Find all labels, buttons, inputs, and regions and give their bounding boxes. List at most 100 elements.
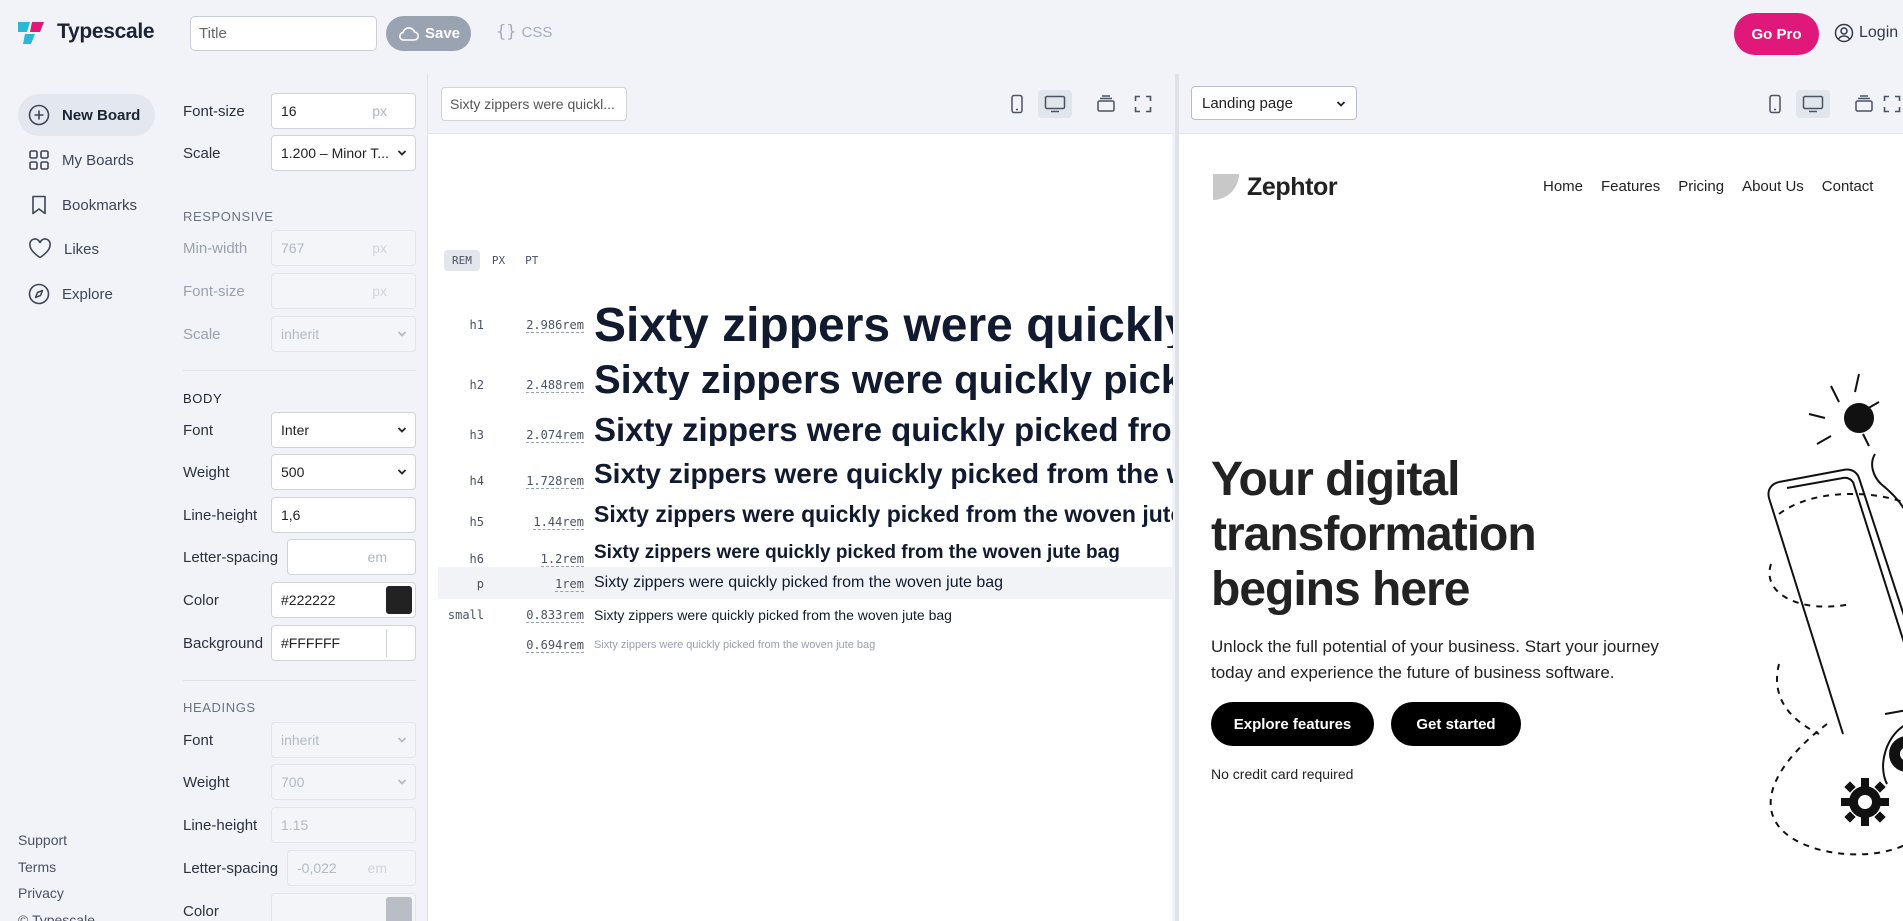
headings-font-value: inherit [281, 732, 320, 748]
site-preview-panel: Landing page Zephtor Home Features Prici… [1175, 74, 1903, 921]
body-font-row: Font Inter [183, 412, 416, 448]
cloud-icon [399, 26, 419, 41]
font-size-row: Font-size 16 px [183, 93, 416, 129]
scale-row-h6[interactable]: h6 1.2rem Sixty zippers were quickly pic… [438, 530, 1173, 567]
scale-tag: p [476, 577, 484, 591]
title-input[interactable] [190, 16, 377, 51]
go-pro-button[interactable]: Go Pro [1734, 13, 1819, 55]
chevron-down-icon [397, 427, 407, 433]
desktop-view-button[interactable] [1796, 90, 1830, 118]
headings-letter-spacing-value: -0,022 [297, 860, 337, 876]
terms-link[interactable]: Terms [18, 854, 95, 881]
unit-tabs: REM PX PT [444, 250, 546, 271]
user-circle-icon [1834, 23, 1854, 43]
scale-row-small[interactable]: small 0.833rem Sixty zippers were quickl… [438, 599, 1173, 629]
explore-features-button[interactable]: Explore features [1211, 702, 1374, 746]
body-background-value: #FFFFFF [281, 635, 341, 651]
font-size-input[interactable]: 16 px [271, 93, 416, 129]
login-label: Login [1859, 24, 1899, 41]
min-width-input[interactable]: 767 px [271, 230, 416, 266]
privacy-link[interactable]: Privacy [18, 880, 95, 907]
scale-row-h2[interactable]: h2 2.488rem Sixty zippers were quickly p… [438, 348, 1173, 400]
site-nav-contact[interactable]: Contact [1822, 178, 1874, 195]
login-button[interactable]: Login [1834, 23, 1898, 43]
headings-letter-spacing-input[interactable]: -0,022 em [287, 850, 416, 886]
site-nav: Home Features Pricing About Us Contact [1543, 178, 1873, 195]
body-weight-value: 500 [281, 464, 305, 480]
body-line-height-label: Line-height [183, 506, 258, 524]
fullscreen-button[interactable] [1883, 90, 1903, 118]
css-button[interactable]: {} CSS [496, 22, 552, 42]
mobile-view-button[interactable] [1758, 90, 1792, 118]
body-line-height-input[interactable]: 1,6 [271, 497, 416, 533]
responsive-font-size-row: Font-size px [183, 273, 416, 309]
headings-line-height-label: Line-height [183, 816, 258, 834]
scale-size: 1.728rem [484, 474, 584, 489]
mobile-view-button[interactable] [1000, 90, 1034, 118]
desktop-view-button[interactable] [1038, 90, 1072, 118]
scale-sample: Sixty zippers were quickly picked from t… [594, 411, 1173, 446]
support-link[interactable]: Support [18, 827, 95, 854]
save-button[interactable]: Save [386, 16, 471, 51]
site-nav-home[interactable]: Home [1543, 178, 1583, 195]
headings-font-select[interactable]: inherit [271, 722, 416, 758]
responsive-font-size-input[interactable]: px [271, 273, 416, 309]
body-background-input[interactable]: #FFFFFF [271, 625, 416, 661]
scale-size: 1.2rem [484, 552, 584, 567]
body-font-select[interactable]: Inter [271, 412, 416, 448]
phone-icon [1011, 94, 1023, 114]
site-nav-about[interactable]: About Us [1742, 178, 1804, 195]
scale-size-value: 0.694rem [526, 638, 584, 653]
tab-pt[interactable]: PT [517, 250, 546, 271]
body-color-swatch[interactable] [386, 586, 412, 614]
layers-button[interactable] [1847, 90, 1881, 118]
nav-explore[interactable]: Explore [18, 273, 155, 315]
scale-select[interactable]: 1.200 – Minor T... [271, 135, 416, 171]
braces-icon: {} [496, 22, 517, 42]
body-background-label: Background [183, 634, 264, 652]
body-background-swatch[interactable] [386, 629, 412, 657]
scale-value: 1.200 – Minor T... [281, 145, 389, 161]
responsive-font-size-unit: px [372, 283, 387, 299]
get-started-button[interactable]: Get started [1391, 702, 1521, 746]
scale-tag: h4 [469, 474, 484, 488]
nav-bookmarks[interactable]: Bookmarks [18, 184, 155, 226]
scale-row-h3[interactable]: h3 2.074rem Sixty zippers were quickly p… [438, 400, 1173, 446]
scale-row-h4[interactable]: h4 1.728rem Sixty zippers were quickly p… [438, 446, 1173, 490]
scale-row-h1[interactable]: h1 2.986rem Sixty zippers were quickly p… [438, 288, 1173, 348]
headings-color-row: Color [183, 893, 416, 921]
css-label: CSS [521, 23, 553, 41]
body-color-input[interactable]: #222222 [271, 582, 416, 618]
app-logo[interactable]: Typescale [18, 20, 155, 44]
layers-button[interactable] [1089, 90, 1123, 118]
tab-rem[interactable]: REM [444, 250, 480, 271]
nav-new-board[interactable]: New Board [18, 94, 155, 136]
body-weight-select[interactable]: 500 [271, 454, 416, 490]
preset-select[interactable]: Landing page [1191, 86, 1357, 120]
headings-weight-select[interactable]: 700 [271, 764, 416, 800]
scale-size: 0.833rem [484, 608, 584, 623]
scale-sample: Sixty zippers were quickly picked from t… [594, 542, 1120, 563]
site-nav-pricing[interactable]: Pricing [1678, 178, 1724, 195]
nav-likes[interactable]: Likes [18, 228, 155, 270]
headings-color-input[interactable] [271, 893, 416, 921]
site-brand[interactable]: Zephtor [1211, 172, 1338, 202]
nav-my-boards[interactable]: My Boards [18, 139, 155, 181]
plus-circle-icon [28, 104, 50, 126]
scale-row-p[interactable]: p 1rem Sixty zippers were quickly picked… [438, 567, 1173, 599]
scale-row-h5[interactable]: h5 1.44rem Sixty zippers were quickly pi… [438, 490, 1173, 530]
site-nav-features[interactable]: Features [1601, 178, 1660, 195]
tab-px[interactable]: PX [484, 250, 513, 271]
headings-line-height-input[interactable]: 1.15 [271, 807, 416, 843]
fullscreen-button[interactable] [1126, 90, 1160, 118]
headings-weight-value: 700 [281, 774, 305, 790]
body-letter-spacing-input[interactable]: em [287, 539, 416, 575]
body-title: BODY [183, 391, 223, 406]
responsive-scale-select[interactable]: inherit [271, 316, 416, 352]
scale-sample: Sixty zippers were quickly picked from t… [594, 607, 952, 623]
headings-color-swatch[interactable] [386, 897, 412, 921]
logo-mark-icon [18, 20, 50, 44]
body-color-row: Color #222222 [183, 582, 416, 618]
sample-text-input[interactable]: Sixty zippers were quickl... [441, 87, 627, 121]
scale-row-xsmall[interactable]: 0.694rem Sixty zippers were quickly pick… [438, 629, 1173, 659]
